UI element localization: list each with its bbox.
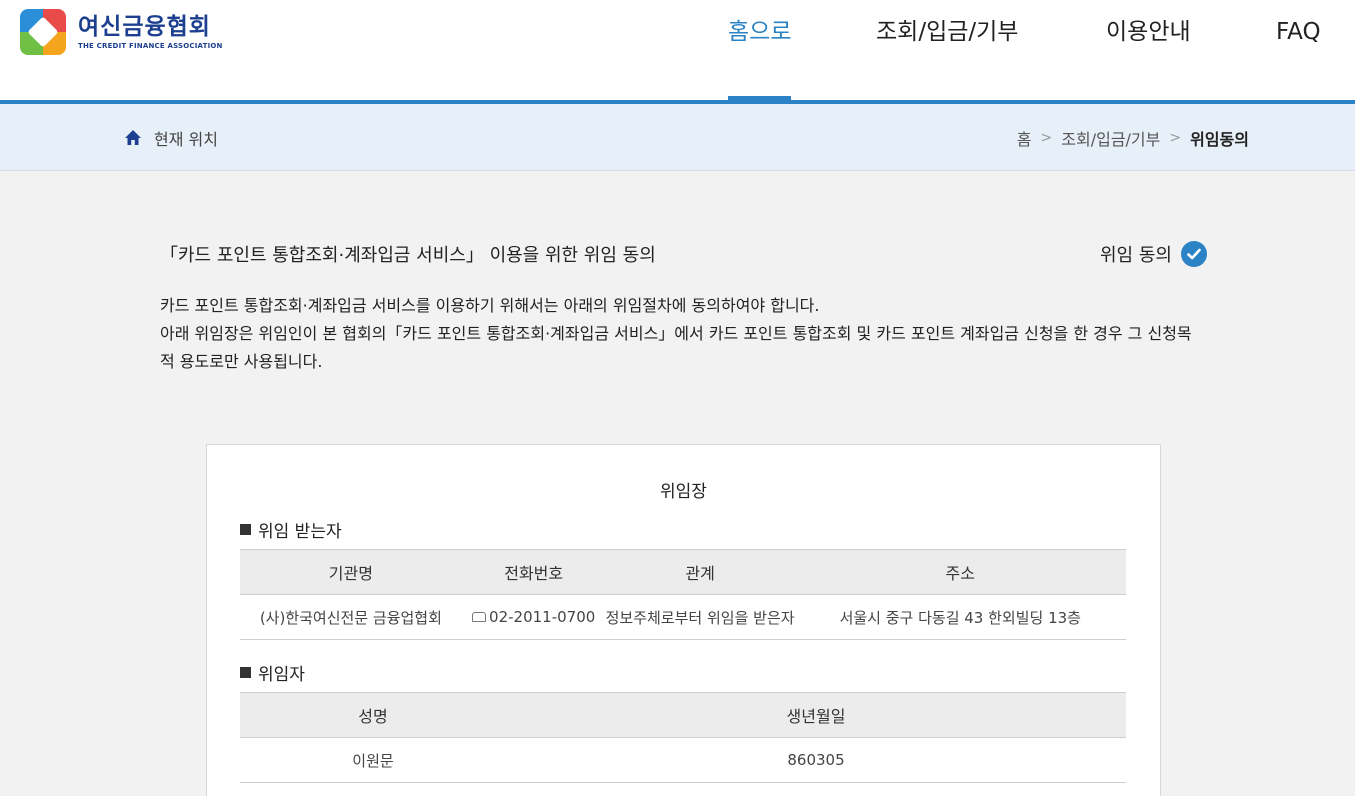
delegation-document: 위임장 위임 받는자 기관명 전화번호 관계 주소 (사)한국여신전문 금융업협… [206,444,1161,796]
breadcrumb: 홈 > 조회/입금/기부 > 위임동의 [1017,126,1249,150]
home-icon [124,129,142,147]
phone-cell: 02-2011-0700 [461,594,606,640]
intro-description: 카드 포인트 통합조회·계좌입금 서비스를 이용하기 위해서는 아래의 위임절차… [160,292,1200,376]
breadcrumb-home[interactable]: 홈 [1017,126,1032,150]
table-row: 이원문 860305 [240,737,1126,783]
site-logo[interactable]: 여신금융협회 THE CREDIT FINANCE ASSOCIATION [20,9,223,55]
square-bullet-icon [240,667,251,678]
breadcrumb-separator: > [1169,130,1182,146]
intro-description-line: 카드 포인트 통합조회·계좌입금 서비스를 이용하기 위해서는 아래의 위임절차… [160,296,820,315]
consent-label: 위임 동의 [1100,245,1172,266]
recipient-section-title: 위임 받는자 [240,517,342,542]
logo-subtitle: THE CREDIT FINANCE ASSOCIATION [78,42,223,50]
check-circle-icon[interactable] [1180,241,1207,267]
site-header: 여신금융협회 THE CREDIT FINANCE ASSOCIATION 홈으… [0,0,1355,104]
delegator-table: 성명 생년월일 이원문 860305 [240,692,1126,783]
delegator-section-title: 위임자 [240,660,305,685]
consent-toggle[interactable]: 위임 동의 [1100,241,1207,267]
document-title: 위임장 [660,482,707,502]
column-header: 생년월일 [506,692,1126,738]
nav-guide[interactable]: 이용안내 [1106,18,1191,100]
phone-icon [472,612,487,622]
table-header-row: 기관명 전화번호 관계 주소 [240,549,1126,595]
column-header: 전화번호 [461,549,606,595]
breadcrumb-inquiry[interactable]: 조회/입금/기부 [1061,126,1160,150]
org-name-cell: (사)한국여신전문 금융업협회 [240,594,462,640]
name-cell: 이원문 [240,737,506,783]
column-header: 주소 [794,549,1126,595]
recipient-table: 기관명 전화번호 관계 주소 (사)한국여신전문 금융업협회 02-2011-0… [240,549,1126,640]
table-header-row: 성명 생년월일 [240,692,1126,738]
nav-home[interactable]: 홈으로 [728,18,792,100]
location-bar: 현재 위치 홈 > 조회/입금/기부 > 위임동의 [0,104,1355,171]
breadcrumb-current: 위임동의 [1190,130,1249,149]
birthdate-cell: 860305 [506,737,1126,783]
column-header: 관계 [605,549,795,595]
column-header: 성명 [240,692,506,738]
logo-title: 여신금융협회 [78,14,211,40]
nav-inquiry[interactable]: 조회/입금/기부 [876,18,1018,100]
page-title: 「카드 포인트 통합조회·계좌입금 서비스」 이용을 위한 위임 동의 [160,245,656,266]
table-row: (사)한국여신전문 금융업협회 02-2011-0700 정보주체로부터 위임을… [240,594,1126,640]
address-cell: 서울시 중구 다동길 43 한외빌딩 13층 [794,594,1126,640]
relation-cell: 정보주체로부터 위임을 받은자 [605,594,795,640]
intro-description-line: 아래 위임장은 위임인이 본 협회의「카드 포인트 통합조회·계좌입금 서비스」… [160,324,1192,371]
breadcrumb-separator: > [1040,130,1053,146]
nav-faq[interactable]: FAQ [1276,18,1321,100]
square-bullet-icon [240,524,251,535]
logo-mark-icon [20,9,66,55]
column-header: 기관명 [240,549,462,595]
location-label: 현재 위치 [154,130,218,149]
